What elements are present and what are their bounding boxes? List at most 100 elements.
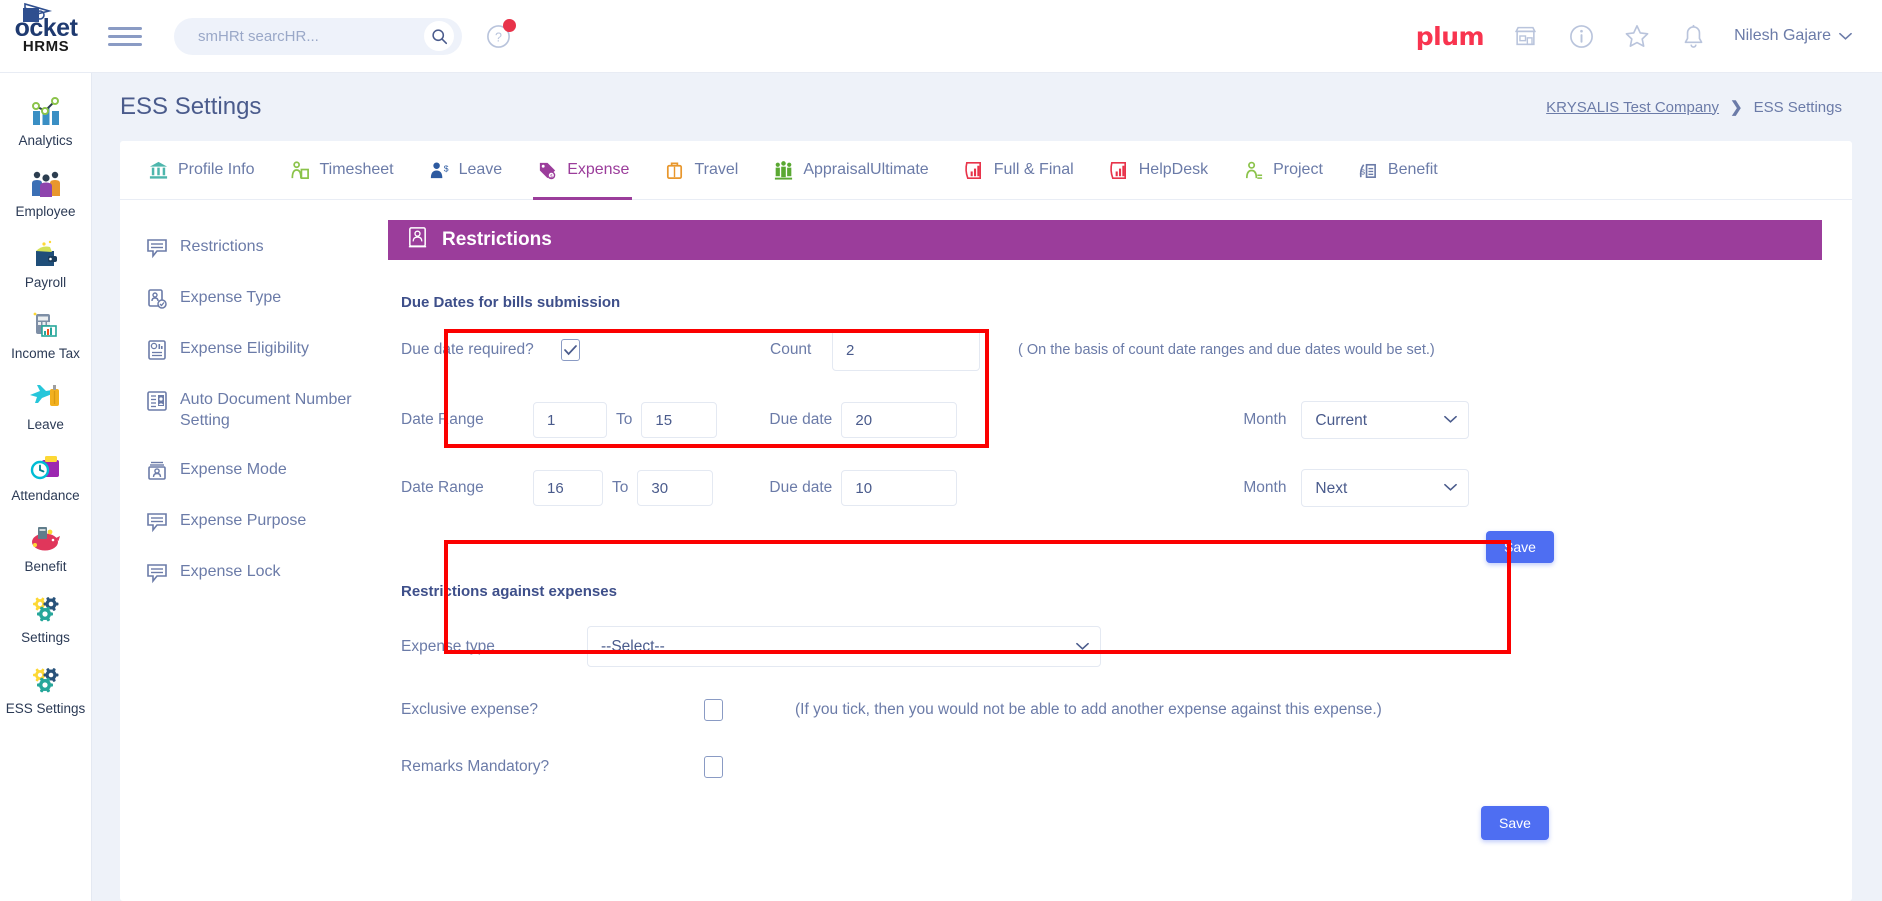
tab-label: AppraisalUltimate (803, 161, 929, 178)
submenu-item-restrictions[interactable]: Restrictions (138, 222, 388, 273)
sidebar-item-payroll[interactable]: Payroll (0, 229, 92, 300)
expense-type-label: Expense type (401, 637, 495, 655)
tab-leave[interactable]: $ Leave (411, 141, 520, 200)
month-select[interactable]: Current (1301, 401, 1470, 439)
topbar-actions: plum Nilesh Gajare (1416, 21, 1882, 51)
restrictions-content: Restrictions Due Dates for bills submiss… (388, 200, 1852, 840)
submenu-label: Expense Type (180, 289, 282, 306)
expense-type-select[interactable]: --Select-- (587, 626, 1101, 667)
user-menu[interactable]: Nilesh Gajare (1734, 27, 1852, 45)
sidebar-item-employee[interactable]: Employee (0, 158, 92, 229)
sidebar-item-ess-settings[interactable]: ESS Settings (0, 655, 92, 726)
leave-person-icon: $ (428, 159, 450, 181)
exclusive-expense-checkbox[interactable] (704, 699, 723, 721)
sidebar-item-income-tax[interactable]: Income Tax (0, 300, 92, 371)
exclusive-expense-hint: (If you tick, then you would not be able… (795, 701, 1382, 718)
restrictions-icon (406, 226, 429, 255)
sidebar-label: Analytics (18, 133, 73, 148)
tab-benefit[interactable]: $ Benefit (1340, 141, 1455, 200)
month-select[interactable]: Next (1301, 469, 1470, 507)
tab-timesheet[interactable]: Timesheet (271, 141, 410, 200)
date-range-to-input[interactable] (637, 470, 714, 506)
travel-bag-icon (663, 159, 685, 181)
breadcrumb-company-link[interactable]: KRYSALIS Test Company (1546, 99, 1719, 116)
info-button[interactable] (1566, 21, 1596, 51)
sidebar-item-benefit[interactable]: Benefit (0, 513, 92, 584)
timesheet-icon (288, 159, 310, 181)
tab-full-final[interactable]: Full & Final (946, 141, 1091, 200)
logo-text-primary: ocket (15, 2, 78, 41)
plum-logo[interactable]: plum (1416, 22, 1485, 51)
notifications-button[interactable] (1678, 21, 1708, 51)
breadcrumb: KRYSALIS Test Company ❯ ESS Settings (1546, 98, 1842, 117)
search-input[interactable] (198, 27, 424, 45)
left-sidebar: Analytics Employee Payroll Income Tax Le… (0, 73, 92, 901)
menu-toggle-button[interactable] (108, 19, 142, 53)
sidebar-label: Settings (21, 630, 70, 645)
document-number-icon (146, 390, 168, 412)
save-due-dates-button[interactable]: Save (1486, 531, 1554, 563)
submenu-item-auto-document-number-setting[interactable]: Auto Document Number Setting (138, 375, 388, 445)
month-select-wrapper: Next (1301, 469, 1470, 507)
remarks-mandatory-row: Remarks Mandatory? (388, 756, 1852, 778)
remarks-mandatory-label: Remarks Mandatory? (401, 758, 550, 775)
sidebar-item-attendance[interactable]: Attendance (0, 442, 92, 513)
due-date-required-checkbox[interactable] (561, 339, 580, 361)
info-icon (1569, 24, 1593, 48)
tab-appraisal-ultimate[interactable]: AppraisalUltimate (755, 141, 945, 200)
sidebar-label: Leave (27, 417, 64, 432)
due-date-input[interactable] (841, 470, 958, 506)
tab-helpdesk[interactable]: HelpDesk (1091, 141, 1225, 200)
tab-profile-info[interactable]: Profile Info (130, 141, 271, 200)
favorites-button[interactable] (1622, 21, 1652, 51)
help-button[interactable]: ? (482, 19, 516, 52)
tab-label: Travel (694, 161, 739, 178)
remarks-mandatory-checkbox[interactable] (704, 756, 723, 778)
save-restrictions-button[interactable]: Save (1481, 806, 1549, 840)
submenu-label: Expense Lock (180, 563, 281, 580)
tab-label: HelpDesk (1138, 161, 1209, 178)
date-range-label: Date Range (401, 411, 484, 428)
eligibility-icon (146, 339, 168, 361)
date-range-from-input[interactable] (533, 470, 603, 506)
count-label: Count (770, 341, 812, 358)
submenu-item-expense-type[interactable]: Expense Type (138, 273, 388, 324)
expense-type-row: Expense type --Select-- (388, 626, 1852, 667)
tab-label: Project (1273, 161, 1323, 178)
store-button[interactable] (1510, 21, 1540, 51)
date-range-from-input[interactable] (533, 402, 607, 438)
sidebar-label: Employee (15, 204, 76, 219)
submenu-item-expense-eligibility[interactable]: Expense Eligibility (138, 324, 388, 375)
submenu-item-expense-lock[interactable]: Expense Lock (138, 547, 388, 598)
panel-title: Restrictions (442, 229, 552, 250)
exclusive-expense-row: Exclusive expense? (If you tick, then yo… (388, 699, 1852, 721)
sidebar-item-leave[interactable]: Leave (0, 371, 92, 442)
submenu-item-expense-mode[interactable]: Expense Mode (138, 445, 388, 496)
tab-travel[interactable]: Travel (646, 141, 755, 200)
project-icon (1242, 159, 1264, 181)
to-label: To (616, 411, 633, 428)
leave-icon (27, 379, 65, 413)
tab-expense[interactable]: $ Expense (519, 141, 646, 200)
global-search[interactable] (174, 17, 462, 55)
app-logo[interactable]: ocket HRMS (0, 0, 92, 73)
tab-project[interactable]: Project (1225, 141, 1340, 200)
month-label: Month (1243, 479, 1287, 496)
tab-label: Full & Final (993, 161, 1074, 178)
month-select-wrapper: Current (1301, 401, 1470, 439)
date-range-to-input[interactable] (641, 402, 718, 438)
search-button[interactable] (424, 21, 454, 51)
restrictions-section-title: Restrictions against expenses (401, 583, 617, 600)
sidebar-label: Payroll (24, 275, 67, 290)
app-root: ocket HRMS ? plum (0, 0, 1882, 901)
sidebar-item-settings[interactable]: Settings (0, 584, 92, 655)
settings-card: Profile Info Timesheet $ Leave $ Expense… (120, 141, 1852, 901)
sidebar-item-analytics[interactable]: Analytics (0, 87, 92, 158)
hamburger-line (108, 26, 142, 30)
svg-text:$: $ (444, 163, 449, 173)
count-input[interactable] (832, 329, 980, 371)
comment-icon (146, 237, 168, 259)
submenu-label: Expense Mode (180, 461, 287, 478)
due-date-input[interactable] (841, 402, 958, 438)
submenu-item-expense-purpose[interactable]: Expense Purpose (138, 496, 388, 547)
